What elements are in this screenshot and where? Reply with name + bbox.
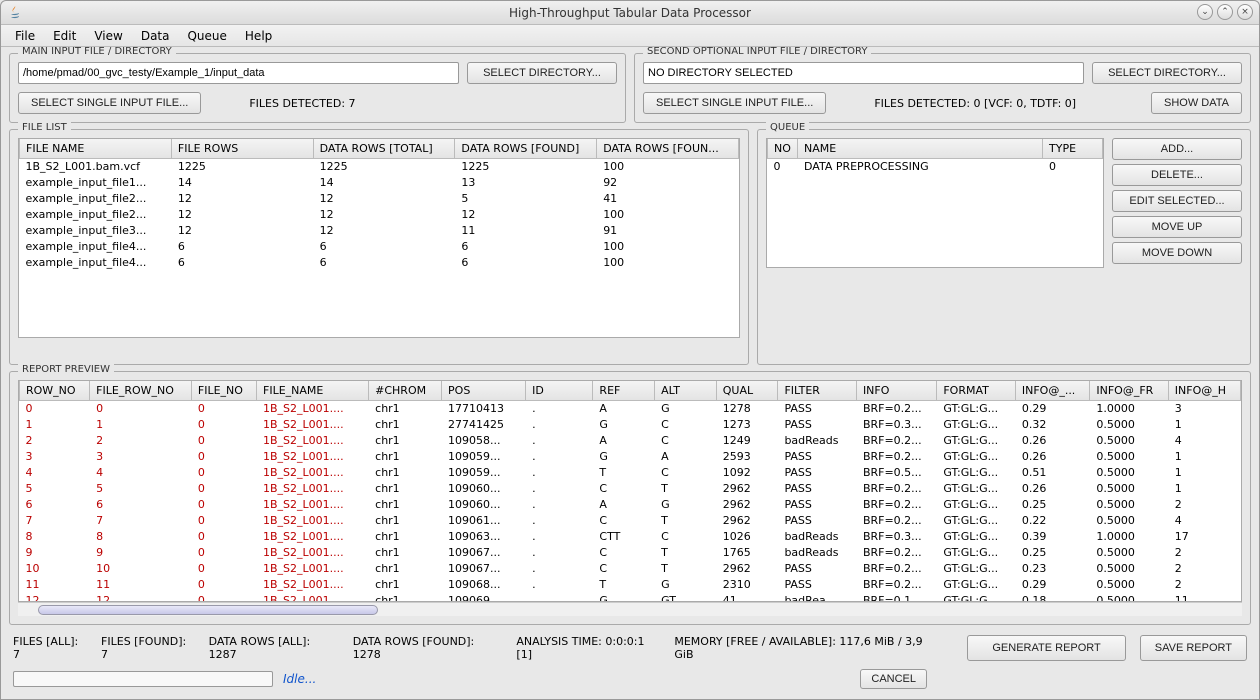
table-row[interactable]: 101001B_S2_L001....chr1109067....CT2962P… — [20, 561, 1241, 577]
column-header[interactable]: FILE ROWS — [171, 139, 313, 159]
second-files-detected: FILES DETECTED: 0 [VCF: 0, TDTF: 0] — [874, 97, 1076, 110]
column-header[interactable]: NO — [768, 139, 798, 159]
queue-add-button[interactable]: ADD... — [1112, 138, 1242, 160]
column-header[interactable]: INFO@_FR — [1090, 381, 1168, 401]
second-input-path[interactable] — [643, 62, 1084, 84]
status-rows-all: DATA ROWS [ALL]: 1287 — [209, 635, 339, 661]
main-input-path[interactable] — [18, 62, 459, 84]
table-row[interactable]: 121201B_S2_L001....chr1109069....GGT41ba… — [20, 593, 1241, 603]
column-header[interactable]: INFO@_H — [1168, 381, 1240, 401]
save-report-button[interactable]: SAVE REPORT — [1140, 635, 1247, 661]
second-input-legend: SECOND OPTIONAL INPUT FILE / DIRECTORY — [643, 47, 871, 57]
menubar: File Edit View Data Queue Help — [1, 25, 1259, 47]
table-row[interactable]: 2201B_S2_L001....chr1109058....AC1249bad… — [20, 433, 1241, 449]
table-row[interactable]: example_input_file4...666100 — [20, 255, 739, 271]
file-list-legend: FILE LIST — [18, 122, 71, 133]
table-row[interactable]: example_input_file2...1212541 — [20, 191, 739, 207]
status-idle: Idle... — [283, 672, 316, 686]
main-input-group: MAIN INPUT FILE / DIRECTORY SELECT DIREC… — [9, 53, 626, 123]
minimize-button[interactable]: ⌄ — [1197, 4, 1213, 20]
second-select-directory-button[interactable]: SELECT DIRECTORY... — [1092, 62, 1242, 84]
column-header[interactable]: POS — [442, 381, 526, 401]
report-preview-legend: REPORT PREVIEW — [18, 364, 114, 375]
queue-group: QUEUE NONAMETYPE 0DATA PREPROCESSING0 AD… — [757, 129, 1251, 365]
status-files-found: FILES [FOUND]: 7 — [101, 635, 195, 661]
table-row[interactable]: 1101B_S2_L001....chr127741425.GC1273PASS… — [20, 417, 1241, 433]
table-row[interactable]: 111101B_S2_L001....chr1109068....TG2310P… — [20, 577, 1241, 593]
second-select-file-button[interactable]: SELECT SINGLE INPUT FILE... — [643, 92, 826, 114]
column-header[interactable]: FILTER — [778, 381, 857, 401]
titlebar: High-Throughput Tabular Data Processor ⌄… — [1, 1, 1259, 25]
table-row[interactable]: 1B_S2_L001.bam.vcf122512251225100 — [20, 159, 739, 175]
close-button[interactable]: × — [1237, 4, 1253, 20]
cancel-button[interactable]: CANCEL — [860, 669, 927, 689]
column-header[interactable]: DATA ROWS [FOUN... — [597, 139, 739, 159]
table-row[interactable]: 7701B_S2_L001....chr1109061....CT2962PAS… — [20, 513, 1241, 529]
java-icon — [7, 5, 23, 21]
second-input-group: SECOND OPTIONAL INPUT FILE / DIRECTORY S… — [634, 53, 1251, 123]
column-header[interactable]: FILE NAME — [20, 139, 172, 159]
queue-edit-button[interactable]: EDIT SELECTED... — [1112, 190, 1242, 212]
table-row[interactable]: example_input_file1...14141392 — [20, 175, 739, 191]
table-row[interactable]: 4401B_S2_L001....chr1109059....TC1092PAS… — [20, 465, 1241, 481]
menu-help[interactable]: Help — [237, 27, 280, 45]
maximize-button[interactable]: ⌃ — [1217, 4, 1233, 20]
queue-movedown-button[interactable]: MOVE DOWN — [1112, 242, 1242, 264]
window-title: High-Throughput Tabular Data Processor — [509, 6, 751, 20]
menu-queue[interactable]: Queue — [179, 27, 234, 45]
table-row[interactable]: 0001B_S2_L001....chr117710413.AG1278PASS… — [20, 401, 1241, 417]
status-bar: FILES [ALL]: 7 FILES [FOUND]: 7 DATA ROW… — [9, 631, 1251, 661]
generate-report-button[interactable]: GENERATE REPORT — [967, 635, 1125, 661]
table-row[interactable]: example_input_file2...121212100 — [20, 207, 739, 223]
show-data-button[interactable]: SHOW DATA — [1151, 92, 1242, 114]
queue-moveup-button[interactable]: MOVE UP — [1112, 216, 1242, 238]
main-select-directory-button[interactable]: SELECT DIRECTORY... — [467, 62, 617, 84]
queue-legend: QUEUE — [766, 122, 809, 133]
progress-bar — [13, 671, 273, 687]
column-header[interactable]: ALT — [655, 381, 717, 401]
queue-delete-button[interactable]: DELETE... — [1112, 164, 1242, 186]
column-header[interactable]: NAME — [798, 139, 1043, 159]
table-row[interactable]: 9901B_S2_L001....chr1109067....CT1765bad… — [20, 545, 1241, 561]
main-files-detected: FILES DETECTED: 7 — [249, 97, 355, 110]
report-table[interactable]: ROW_NOFILE_ROW_NOFILE_NOFILE_NAME#CHROMP… — [19, 381, 1241, 602]
column-header[interactable]: INFO — [856, 381, 936, 401]
table-row[interactable]: 6601B_S2_L001....chr1109060....AG2962PAS… — [20, 497, 1241, 513]
status-files-all: FILES [ALL]: 7 — [13, 635, 87, 661]
report-hscrollbar[interactable] — [18, 602, 1242, 616]
column-header[interactable]: QUAL — [716, 381, 778, 401]
table-row[interactable]: 3301B_S2_L001....chr1109059....GA2593PAS… — [20, 449, 1241, 465]
column-header[interactable]: FILE_NO — [191, 381, 256, 401]
column-header[interactable]: FILE_NAME — [257, 381, 369, 401]
file-list-group: FILE LIST FILE NAMEFILE ROWSDATA ROWS [T… — [9, 129, 749, 365]
menu-file[interactable]: File — [7, 27, 43, 45]
app-window: High-Throughput Tabular Data Processor ⌄… — [0, 0, 1260, 700]
menu-view[interactable]: View — [86, 27, 130, 45]
column-header[interactable]: TYPE — [1043, 139, 1103, 159]
table-row[interactable]: 8801B_S2_L001....chr1109063....CTTC1026b… — [20, 529, 1241, 545]
status-analysis-time: ANALYSIS TIME: 0:0:0:1 [1] — [516, 635, 660, 661]
report-preview-group: REPORT PREVIEW ROW_NOFILE_ROW_NOFILE_NOF… — [9, 371, 1251, 625]
column-header[interactable]: FILE_ROW_NO — [90, 381, 192, 401]
column-header[interactable]: DATA ROWS [FOUND] — [455, 139, 597, 159]
column-header[interactable]: ID — [526, 381, 593, 401]
main-input-legend: MAIN INPUT FILE / DIRECTORY — [18, 47, 176, 57]
status-rows-found: DATA ROWS [FOUND]: 1278 — [353, 635, 503, 661]
queue-table[interactable]: NONAMETYPE 0DATA PREPROCESSING0 — [767, 139, 1103, 175]
main-select-file-button[interactable]: SELECT SINGLE INPUT FILE... — [18, 92, 201, 114]
column-header[interactable]: DATA ROWS [TOTAL] — [313, 139, 455, 159]
file-list-table[interactable]: FILE NAMEFILE ROWSDATA ROWS [TOTAL]DATA … — [19, 139, 739, 271]
table-row[interactable]: 5501B_S2_L001....chr1109060....CT2962PAS… — [20, 481, 1241, 497]
menu-data[interactable]: Data — [133, 27, 178, 45]
status-memory: MEMORY [FREE / AVAILABLE]: 117,6 MiB / 3… — [674, 635, 939, 661]
column-header[interactable]: ROW_NO — [20, 381, 90, 401]
menu-edit[interactable]: Edit — [45, 27, 84, 45]
table-row[interactable]: example_input_file4...666100 — [20, 239, 739, 255]
column-header[interactable]: REF — [593, 381, 655, 401]
column-header[interactable]: INFO@_... — [1015, 381, 1090, 401]
table-row[interactable]: example_input_file3...12121191 — [20, 223, 739, 239]
column-header[interactable]: FORMAT — [937, 381, 1016, 401]
table-row[interactable]: 0DATA PREPROCESSING0 — [768, 159, 1103, 175]
column-header[interactable]: #CHROM — [369, 381, 442, 401]
